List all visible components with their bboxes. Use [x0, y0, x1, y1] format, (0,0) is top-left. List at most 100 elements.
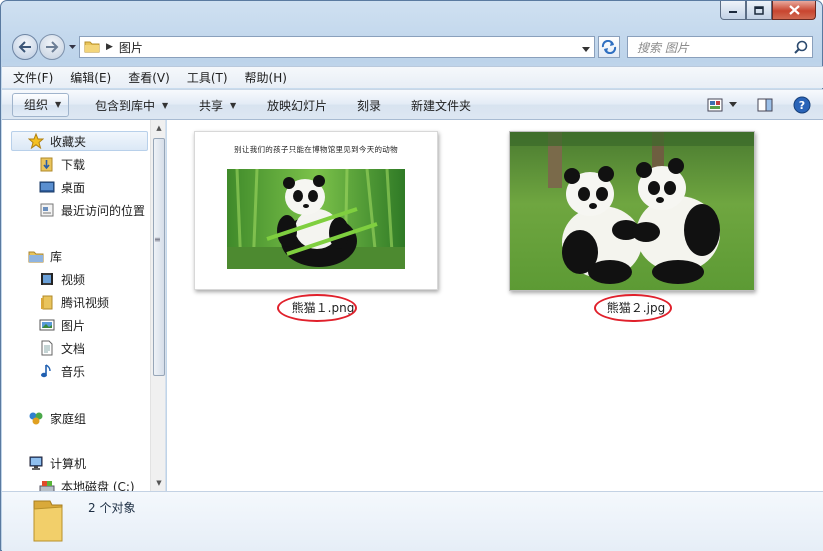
scroll-thumb[interactable] [153, 138, 165, 376]
slideshow-button[interactable]: 放映幻灯片 [267, 97, 327, 114]
search-placeholder: 搜索 图片 [637, 40, 689, 55]
new-folder-button[interactable]: 新建文件夹 [411, 97, 471, 114]
music-library-icon [39, 363, 55, 379]
file-list-area[interactable]: 别让我们的孩子只能在博物馆里见到今天的动物 熊猫１.png 熊猫２.jpg [167, 120, 823, 491]
nav-item-documents[interactable]: 文档 [39, 338, 85, 358]
scroll-down-arrow-icon[interactable]: ▼ [151, 475, 165, 491]
item-count: 2 个对象 [88, 501, 136, 515]
folder-icon [39, 294, 55, 310]
highlight-ring [594, 294, 672, 322]
chevron-down-icon: ▼ [55, 100, 62, 109]
nav-label: 最近访问的位置 [61, 203, 146, 218]
organize-button[interactable]: 组织 ▼ [12, 93, 70, 117]
nav-label: 本地磁盘 (C:) [61, 479, 135, 492]
nav-item-favorites[interactable]: 收藏夹 [11, 131, 148, 151]
refresh-icon [601, 40, 617, 54]
nav-label: 文档 [61, 341, 86, 356]
breadcrumb-current[interactable]: 图片 [119, 39, 143, 56]
close-icon [788, 5, 800, 15]
library-icon [28, 248, 44, 264]
scroll-up-arrow-icon[interactable]: ▲ [151, 120, 165, 136]
chevron-down-icon: ▼ [162, 101, 169, 110]
nav-item-pictures[interactable]: 图片 [39, 315, 85, 335]
nav-item-recent-places[interactable]: 最近访问的位置 [39, 200, 145, 220]
refresh-button[interactable] [598, 36, 620, 58]
back-button[interactable] [12, 34, 38, 60]
nav-item-libraries[interactable]: 库 [28, 246, 62, 266]
new-folder-label: 新建文件夹 [411, 99, 472, 113]
star-icon [28, 133, 44, 149]
share-label: 共享 [199, 99, 224, 113]
panda-photo-image [227, 169, 405, 269]
maximize-icon [754, 5, 764, 15]
recent-pages-dropdown[interactable] [67, 41, 77, 53]
change-view-icon[interactable] [707, 98, 723, 112]
svg-text:?: ? [799, 99, 805, 112]
maximize-button[interactable] [746, 1, 772, 20]
nav-item-downloads[interactable]: 下载 [39, 154, 85, 174]
arrow-right-icon [46, 41, 59, 53]
nav-label: 图片 [61, 318, 86, 333]
nav-label: 计算机 [50, 456, 87, 471]
thumbnail-caption: 别让我们的孩子只能在博物馆里见到今天的动物 [234, 145, 398, 154]
video-library-icon [39, 271, 55, 287]
menu-help[interactable]: 帮助(H) [245, 69, 287, 86]
computer-icon [28, 455, 44, 471]
file-thumbnail-panda2[interactable] [509, 131, 755, 291]
burn-button[interactable]: 刻录 [357, 97, 381, 114]
details-pane: 2 个对象 [2, 491, 823, 551]
picture-library-icon [39, 317, 55, 333]
preview-pane-icon[interactable] [757, 98, 773, 112]
menu-edit[interactable]: 编辑(E) [70, 69, 111, 86]
nav-pane-scrollbar[interactable]: ▲ ≡ ▼ [150, 120, 165, 491]
chevron-down-icon[interactable] [729, 102, 737, 108]
nav-item-tencent-video[interactable]: 腾讯视频 [39, 292, 109, 312]
homegroup-icon [28, 410, 44, 426]
nav-item-computer[interactable]: 计算机 [28, 453, 86, 473]
share-button[interactable]: 共享 ▼ [199, 97, 236, 114]
explorer-window: ▶ 图片 搜索 图片 文件(F) 编辑(E) 查看(V) 工具(T) 帮助(H)… [0, 0, 823, 551]
nav-item-music[interactable]: 音乐 [39, 361, 85, 381]
menu-file[interactable]: 文件(F) [13, 69, 53, 86]
nav-label: 腾讯视频 [61, 295, 110, 310]
desktop-icon [39, 179, 55, 195]
nav-item-local-disk[interactable]: 本地磁盘 (C:) [39, 476, 135, 491]
search-input[interactable]: 搜索 图片 [627, 36, 813, 58]
menu-view[interactable]: 查看(V) [128, 69, 170, 86]
chevron-down-icon: ▼ [230, 101, 237, 110]
highlight-ring [277, 294, 357, 322]
address-history-dropdown[interactable] [582, 42, 590, 56]
nav-label: 视频 [61, 272, 86, 287]
document-library-icon [39, 340, 55, 356]
help-icon[interactable]: ? [793, 96, 811, 114]
nav-label: 音乐 [61, 364, 86, 379]
nav-item-videos[interactable]: 视频 [39, 269, 85, 289]
burn-label: 刻录 [357, 99, 382, 113]
file-thumbnail-panda1[interactable]: 别让我们的孩子只能在博物馆里见到今天的动物 [194, 131, 438, 290]
menu-bar: 文件(F) 编辑(E) 查看(V) 工具(T) 帮助(H) [2, 66, 823, 88]
downloads-folder-icon [39, 156, 55, 172]
address-bar[interactable]: ▶ 图片 [79, 36, 595, 58]
nav-label: 家庭组 [50, 411, 87, 426]
nav-label: 库 [50, 249, 63, 264]
command-bar: 组织 ▼ 包含到库中 ▼ 共享 ▼ 放映幻灯片 刻录 新建文件夹 ? [2, 89, 823, 120]
chevron-down-icon [68, 44, 76, 49]
chevron-down-icon [582, 47, 590, 52]
forward-button[interactable] [39, 34, 65, 60]
minimize-button[interactable] [720, 1, 746, 20]
slideshow-label: 放映幻灯片 [267, 99, 328, 113]
close-button[interactable] [772, 1, 816, 20]
nav-label: 收藏夹 [50, 134, 87, 149]
include-in-library-label: 包含到库中 [95, 99, 156, 113]
nav-item-homegroup[interactable]: 家庭组 [28, 408, 86, 428]
minimize-icon [729, 11, 737, 13]
include-in-library-button[interactable]: 包含到库中 ▼ [95, 97, 168, 114]
breadcrumb-separator-icon[interactable]: ▶ [106, 42, 113, 52]
recent-places-icon [39, 202, 55, 218]
nav-label: 下载 [61, 157, 86, 172]
two-pandas-photo-image [510, 132, 754, 290]
navigation-pane: 收藏夹 下载 桌面 最近访问的位置 库 视频 腾讯视频 图片 文档 音乐 家庭组… [2, 120, 166, 491]
menu-tools[interactable]: 工具(T) [187, 69, 228, 86]
nav-label: 桌面 [61, 180, 86, 195]
nav-item-desktop[interactable]: 桌面 [39, 177, 85, 197]
